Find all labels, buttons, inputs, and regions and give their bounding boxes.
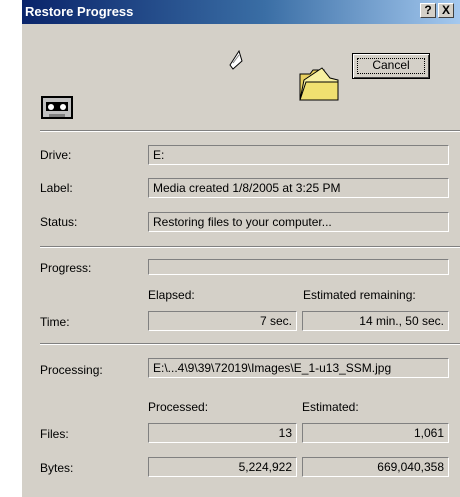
close-button[interactable]: X	[438, 3, 454, 18]
window-title: Restore Progress	[25, 4, 134, 19]
status-field: Restoring files to your computer...	[148, 212, 449, 232]
processing-field: E:\...4\9\39\72019\Images\E_1-u13_SSM.jp…	[148, 358, 449, 378]
elapsed-header: Elapsed:	[148, 288, 195, 302]
flying-paper-icon	[229, 49, 243, 70]
restore-progress-dialog: Restore Progress ? X Cancel Drive: E: La…	[21, 0, 460, 497]
bytes-processed-field: 5,224,922	[148, 457, 297, 477]
separator	[40, 246, 460, 248]
estimated-header: Estimated:	[302, 400, 359, 414]
drive-label: Drive:	[40, 148, 72, 162]
help-button[interactable]: ?	[420, 3, 436, 18]
status-label: Status:	[40, 215, 78, 229]
label-label: Label:	[40, 181, 73, 195]
remaining-header: Estimated remaining:	[303, 288, 416, 302]
files-processed-field: 13	[148, 423, 297, 443]
tape-icon	[41, 96, 73, 119]
bytes-estimated-field: 669,040,358	[302, 457, 449, 477]
cancel-label: Cancel	[372, 58, 410, 72]
time-label: Time:	[40, 315, 70, 329]
processing-label: Processing:	[40, 363, 103, 377]
title-bar[interactable]: Restore Progress ? X	[22, 0, 460, 24]
separator	[40, 130, 460, 132]
separator	[40, 343, 460, 345]
progress-label: Progress:	[40, 261, 92, 275]
files-estimated-field: 1,061	[302, 423, 449, 443]
progress-bar	[148, 259, 449, 275]
files-label: Files:	[40, 427, 69, 441]
cancel-button[interactable]: Cancel	[352, 53, 430, 79]
open-folder-icon	[299, 67, 339, 101]
bytes-label: Bytes:	[40, 461, 74, 475]
processed-header: Processed:	[148, 400, 209, 414]
remaining-field: 14 min., 50 sec.	[302, 311, 449, 331]
drive-field: E:	[148, 145, 449, 165]
elapsed-field: 7 sec.	[148, 311, 297, 331]
label-field: Media created 1/8/2005 at 3:25 PM	[148, 178, 449, 198]
